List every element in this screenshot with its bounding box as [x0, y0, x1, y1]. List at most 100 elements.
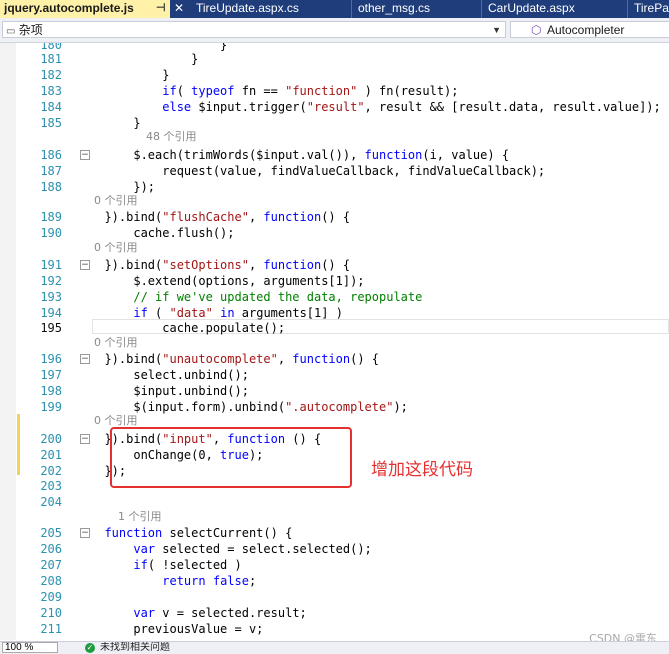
- code-line[interactable]: 188 });: [0, 179, 669, 195]
- code-line[interactable]: 192 $.extend(options, arguments[1]);: [0, 273, 669, 289]
- code-line[interactable]: 199 $(input.form).unbind(".autocomplete"…: [0, 399, 669, 415]
- tab-label: jquery.autocomplete.js: [4, 1, 134, 15]
- tab-label: TireUpdate.aspx.cs: [196, 1, 299, 15]
- tab-close-button[interactable]: ✕: [170, 0, 190, 18]
- collapse-icon[interactable]: −: [80, 528, 90, 538]
- line-number: 206: [40, 542, 62, 556]
- code-text: });: [90, 180, 156, 194]
- codelens-reference-count[interactable]: 0 个引用: [94, 241, 138, 254]
- code-line[interactable]: 205 − function selectCurrent() {: [0, 525, 669, 541]
- codelens-reference-count[interactable]: 0 个引用: [94, 414, 138, 427]
- tab-tireupdate[interactable]: TireUpdate.aspx.cs: [192, 0, 352, 18]
- collapse-icon[interactable]: −: [80, 150, 90, 160]
- line-number: 188: [40, 180, 62, 194]
- codelens-reference-count[interactable]: 48 个引用: [146, 130, 197, 143]
- line-number: 194: [40, 306, 62, 320]
- code-line[interactable]: 187 request(value, findValueCallback, fi…: [0, 163, 669, 179]
- code-line[interactable]: 210 var v = selected.result;: [0, 605, 669, 621]
- code-line[interactable]: 194 if ( "data" in arguments[1] ): [0, 305, 669, 321]
- code-text: }: [90, 116, 141, 130]
- line-number: 198: [40, 384, 62, 398]
- tab-other-msg[interactable]: other_msg.cs: [354, 0, 482, 18]
- code-line[interactable]: 211 previousValue = v;: [0, 621, 669, 637]
- code-text: request(value, findValueCallback, findVa…: [90, 164, 546, 178]
- code-line[interactable]: 184 else $input.trigger("result", result…: [0, 99, 669, 115]
- line-number: 208: [40, 574, 62, 588]
- class-icon: ⬡: [531, 23, 542, 37]
- collapse-icon[interactable]: −: [80, 260, 90, 270]
- code-line[interactable]: 186 − $.each(trimWords($input.val()), fun…: [0, 147, 669, 163]
- collapse-icon[interactable]: −: [80, 354, 90, 364]
- code-text: }).bind("setOptions", function() {: [90, 258, 351, 272]
- line-number: 211: [40, 622, 62, 636]
- line-number: 200: [40, 432, 62, 446]
- member-dropdown[interactable]: ⬡ Autocompleter: [510, 21, 669, 38]
- line-number: 187: [40, 164, 62, 178]
- document-tab-bar: jquery.autocomplete.js ⊣ ✕ TireUpdate.as…: [0, 0, 669, 18]
- line-number: 193: [40, 290, 62, 304]
- tab-tirepa[interactable]: TirePa: [630, 0, 669, 18]
- code-text: $.extend(options, arguments[1]);: [90, 274, 365, 288]
- code-line[interactable]: 182 }: [0, 67, 669, 83]
- check-icon: ✓: [85, 643, 95, 653]
- code-line[interactable]: 197 select.unbind();: [0, 367, 669, 383]
- line-number: 199: [40, 400, 62, 414]
- code-line[interactable]: 209: [0, 589, 669, 605]
- line-number: 184: [40, 100, 62, 114]
- status-bar: 100 % ✓ 未找到相关问题: [0, 641, 669, 654]
- line-number: 191: [40, 258, 62, 272]
- code-text: cache.flush();: [90, 226, 235, 240]
- pin-icon[interactable]: ⊣: [156, 0, 166, 17]
- code-editor[interactable]: 180 } 181 } 182 } 183 if( typeof fn == "fun…: [0, 43, 669, 640]
- code-text: $.each(trimWords($input.val()), function…: [90, 148, 510, 162]
- code-line[interactable]: 206 var selected = select.selected();: [0, 541, 669, 557]
- codelens-reference-count[interactable]: 0 个引用: [94, 336, 138, 349]
- code-text: else $input.trigger("result", result && …: [162, 100, 661, 114]
- code-line[interactable]: 193 // if we've updated the data, repopu…: [0, 289, 669, 305]
- zoom-dropdown[interactable]: 100 %: [2, 642, 58, 653]
- line-number: 209: [40, 590, 62, 604]
- line-number: 190: [40, 226, 62, 240]
- code-line[interactable]: 191 − }).bind("setOptions", function() {: [0, 257, 669, 273]
- codelens-reference-count[interactable]: 0 个引用: [94, 194, 138, 207]
- line-number: 183: [40, 84, 62, 98]
- line-number: 181: [40, 52, 62, 66]
- chevron-down-icon: ▼: [492, 25, 501, 35]
- line-number: 195: [40, 321, 62, 335]
- code-line[interactable]: 204: [0, 494, 669, 510]
- code-line[interactable]: 183 if( typeof fn == "function" ) fn(res…: [0, 83, 669, 99]
- code-text: // if we've updated the data, repopulate: [133, 290, 423, 304]
- code-line[interactable]: 185 }: [0, 115, 669, 131]
- project-dropdown[interactable]: ▭ 杂项 ▼: [2, 21, 506, 38]
- code-line[interactable]: 196 − }).bind("unautocomplete", function(…: [0, 351, 669, 367]
- tab-carupdate[interactable]: CarUpdate.aspx: [484, 0, 628, 18]
- line-number: 186: [40, 148, 62, 162]
- code-text: $(input.form).unbind(".autocomplete");: [90, 400, 408, 414]
- code-line[interactable]: 189 }).bind("flushCache", function() {: [0, 209, 669, 225]
- tab-jquery-autocomplete[interactable]: jquery.autocomplete.js ⊣: [0, 0, 170, 18]
- code-line[interactable]: 207 if( !selected ): [0, 557, 669, 573]
- tab-label: TirePa: [634, 1, 669, 15]
- codelens-reference-count[interactable]: 1 个引用: [118, 510, 162, 523]
- line-number: 207: [40, 558, 62, 572]
- code-text: }).bind("unautocomplete", function() {: [90, 352, 379, 366]
- tab-label: CarUpdate.aspx: [488, 1, 575, 15]
- code-line[interactable]: 181 }: [0, 51, 669, 67]
- line-number: 196: [40, 352, 62, 366]
- code-text: }: [90, 52, 199, 66]
- code-line[interactable]: 190 cache.flush();: [0, 225, 669, 241]
- close-icon: ✕: [174, 1, 185, 15]
- line-number: 202: [40, 464, 62, 478]
- code-text: if ( "data" in arguments[1] ): [133, 306, 343, 320]
- code-line[interactable]: 198 $input.unbind();: [0, 383, 669, 399]
- code-line[interactable]: 208 return false;: [0, 573, 669, 589]
- code-line[interactable]: 195 cache.populate();: [0, 320, 669, 336]
- member-dropdown-value: Autocompleter: [547, 23, 625, 37]
- collapse-icon[interactable]: −: [80, 434, 90, 444]
- line-number: 189: [40, 210, 62, 224]
- code-text: function selectCurrent() {: [104, 526, 293, 540]
- navigation-bar: ▭ 杂项 ▼ ⬡ Autocompleter: [0, 18, 669, 43]
- code-text: if( typeof fn == "function" ) fn(result)…: [162, 84, 459, 98]
- miscellaneous-file-icon: ▭: [6, 26, 16, 37]
- line-number: 205: [40, 526, 62, 540]
